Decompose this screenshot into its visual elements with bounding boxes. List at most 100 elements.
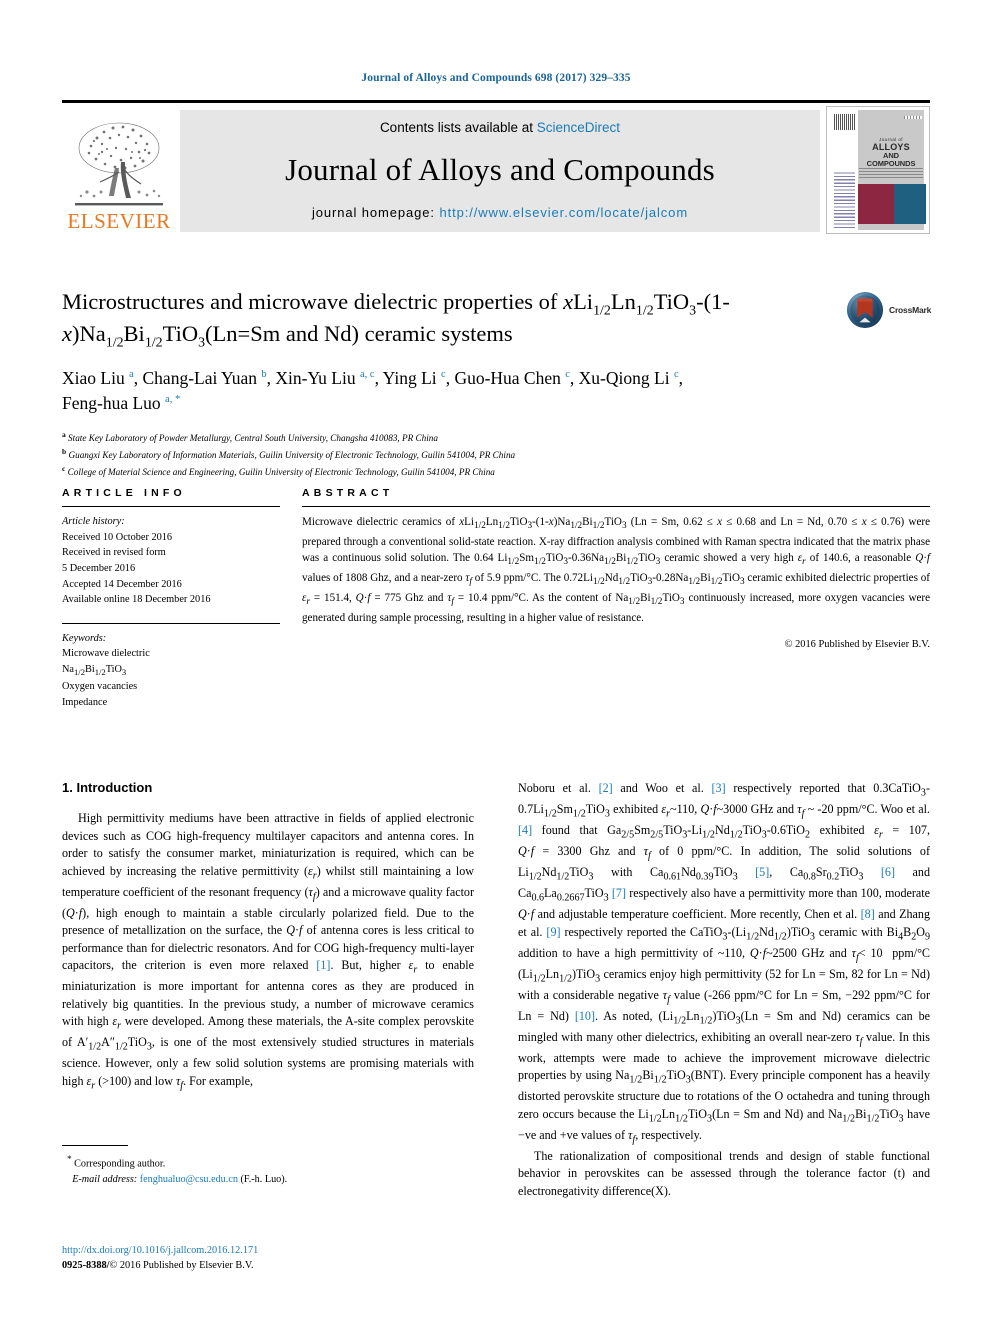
citation-link[interactable]: [6] (881, 865, 895, 879)
citation-link[interactable]: [3] (712, 781, 726, 795)
author-affil-mark[interactable]: c (674, 370, 679, 381)
title-block: Microstructures and microwave dielectric… (62, 288, 842, 480)
issn-number: 0925-8388/ (62, 1260, 110, 1272)
keywords-block: Keywords: Microwave dielectric Na1/2Bi1/… (62, 622, 280, 711)
title-sub-5: 1/2 (105, 335, 124, 351)
email-owner: (F.-h. Luo). (240, 1173, 288, 1185)
citation-link[interactable]: [7] (612, 886, 626, 900)
author-name: Ying Li (382, 368, 437, 389)
keyword-item: Impedance (62, 696, 108, 708)
cover-title-line3: AND COMPOUNDS (866, 151, 916, 169)
citation-link[interactable]: [9] (546, 925, 560, 939)
history-item: Accepted 14 December 2016 (62, 578, 182, 590)
contents-prefix: Contents lists available at (379, 120, 537, 135)
author-item[interactable]: Xin-Yu Liu a, c (275, 368, 374, 388)
title-x-italic-2: x (62, 321, 72, 347)
article-history-block: Article history: Received 10 October 201… (62, 514, 280, 608)
author-name: Xin-Yu Liu (275, 368, 356, 389)
journal-masthead: ELSEVIER Contents lists available at Sci… (62, 100, 930, 234)
abstract-column: ABSTRACT Microwave dielectric ceramics o… (302, 487, 930, 710)
elsevier-tree-icon (69, 118, 169, 210)
author-affil-mark[interactable]: c (441, 370, 446, 381)
title-sub-2: 1/ (635, 303, 647, 319)
title-part-2: -(1- (696, 289, 730, 314)
email-note: E-mail address: fenghualuo@csu.edu.cn (F… (62, 1172, 474, 1187)
page-title: Microstructures and microwave dielectric… (62, 288, 842, 352)
body-column-left: 1. Introduction High permittivity medium… (62, 780, 474, 1200)
homepage-prefix: journal homepage: (311, 205, 440, 220)
history-item: Available online 18 December 2016 (62, 594, 211, 606)
footnote-star: * (67, 1154, 72, 1165)
footnote-block: * Corresponding author. E-mail address: … (62, 1145, 474, 1187)
author-item[interactable]: Ying Li c (383, 368, 446, 388)
running-head: Journal of Alloys and Compounds 698 (201… (361, 72, 631, 84)
citation-link[interactable]: [10] (575, 1009, 595, 1023)
abstract-heading: ABSTRACT (302, 487, 394, 499)
title-sub-6: 1/2 (144, 335, 163, 351)
affiliation-text: State Key Laboratory of Powder Metallurg… (68, 433, 438, 444)
author-name: Guo-Hua Chen (454, 368, 561, 389)
author-item[interactable]: Chang-Lai Yuan b (143, 368, 267, 388)
title-li: Li (573, 289, 594, 314)
author-name: Xiao Liu (62, 368, 125, 389)
affiliation-label: b (62, 447, 67, 457)
author-item[interactable]: Xiao Liu a (62, 368, 134, 388)
title-tio: TiO (653, 289, 690, 314)
citation-link[interactable]: [1] (316, 958, 330, 972)
sciencedirect-link[interactable]: ScienceDirect (537, 120, 620, 135)
cover-issn-marks (904, 116, 922, 119)
affiliation-label: a (62, 430, 66, 440)
crossmark-badge[interactable]: CrossMark (846, 288, 942, 332)
journal-homepage-link[interactable]: http://www.elsevier.com/locate/jalcom (439, 205, 688, 220)
author-affil-mark[interactable]: a, * (165, 394, 180, 405)
article-history-label: Article history: (62, 516, 125, 527)
author-affil-mark[interactable]: a (129, 370, 134, 381)
journal-title: Journal of Alloys and Compounds (285, 152, 715, 187)
citation-link[interactable]: [8] (861, 907, 875, 921)
section-heading-introduction: 1. Introduction (62, 780, 153, 795)
citation-link[interactable]: [4] (518, 823, 532, 837)
author-affil-mark[interactable]: a, c (360, 370, 375, 381)
author-item[interactable]: Xu-Qiong Li c (579, 368, 679, 388)
title-part-1: Microstructures and microwave dielectric… (62, 289, 564, 314)
history-item: 5 December 2016 (62, 562, 136, 574)
affiliation-item: c College of Material Science and Engine… (62, 463, 842, 480)
keywords-rule (62, 622, 280, 624)
paragraph: The rationalization of compositional tre… (518, 1148, 930, 1198)
citation-link[interactable]: [2] (599, 781, 613, 795)
article-info-column: ARTICLE INFO Article history: Received 1… (62, 487, 280, 710)
journal-homepage-line: journal homepage: http://www.elsevier.co… (312, 205, 688, 220)
history-item: Received 10 October 2016 (62, 531, 173, 543)
author-item[interactable]: Feng-hua Luo a, * (62, 393, 180, 413)
masthead-banner: Contents lists available at ScienceDirec… (180, 110, 820, 232)
doi-link[interactable]: http://dx.doi.org/10.1016/j.jallcom.2016… (62, 1243, 492, 1258)
cover-title: Journal of ALLOYS AND COMPOUNDS (859, 137, 923, 169)
title-sub-1: 1/2 (593, 303, 611, 319)
author-name: Chang-Lai Yuan (142, 368, 258, 389)
masthead-top-rule (62, 100, 930, 103)
body-column-right: Noboru et al. [2] and Woo et al. [3] res… (518, 780, 930, 1200)
title-part-3: (Ln=Sm and Nd) ceramic systems (205, 321, 513, 347)
history-item: Received in revised form (62, 547, 166, 559)
keywords-label: Keywords: (62, 632, 107, 644)
affiliation-label: c (62, 464, 66, 474)
email-link[interactable]: fenghualuo@csu.edu.cn (140, 1174, 238, 1185)
title-bi: Bi (123, 321, 145, 347)
keyword-item: Na1/2Bi1/2TiO3 (62, 664, 127, 678)
article-info-abstract-band: ARTICLE INFO Article history: Received 1… (62, 487, 930, 710)
title-sub-3: 2 (646, 303, 654, 319)
author-affil-mark[interactable]: c (565, 370, 570, 381)
affiliation-item: a State Key Laboratory of Powder Metallu… (62, 429, 842, 446)
elsevier-wordmark: ELSEVIER (67, 209, 171, 233)
article-info-heading: ARTICLE INFO (62, 487, 186, 499)
author-item[interactable]: Guo-Hua Chen c (454, 368, 569, 388)
title-ln: Ln (610, 289, 636, 314)
citation-link[interactable]: [5] (755, 865, 769, 879)
footnote-rule (62, 1145, 128, 1147)
article-info-rule (62, 506, 280, 507)
footer-block: http://dx.doi.org/10.1016/j.jallcom.2016… (62, 1243, 492, 1274)
author-name: Xu-Qiong Li (578, 368, 670, 389)
title-sub-7: 3 (198, 335, 206, 351)
author-affil-mark[interactable]: b (261, 370, 266, 381)
crossmark-icon (846, 291, 884, 329)
